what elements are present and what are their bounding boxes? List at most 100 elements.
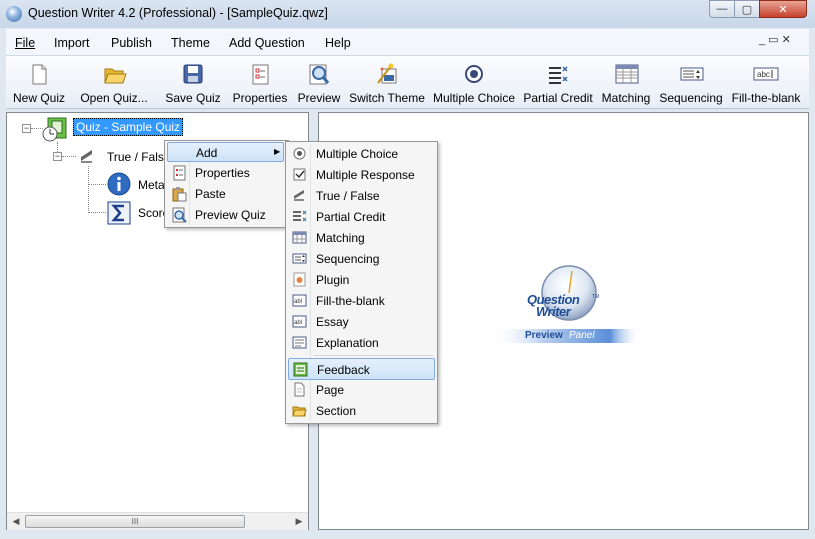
- properties-icon: [249, 63, 271, 85]
- submenu-label: Plugin: [316, 273, 350, 287]
- explanation-icon: [292, 335, 307, 350]
- properties-label: Properties: [232, 91, 288, 105]
- matching-icon: [292, 230, 307, 245]
- menu-file[interactable]: File: [15, 36, 35, 50]
- matching-label: Matching: [601, 91, 651, 105]
- submenu-section[interactable]: Section: [288, 401, 435, 421]
- scroll-right-arrow-icon[interactable]: ▶: [291, 514, 307, 529]
- save-quiz-button[interactable]: Save Quiz: [165, 56, 221, 108]
- submenu-label: Matching: [316, 231, 365, 245]
- maximize-button[interactable]: ▢: [734, 0, 760, 18]
- submenu-label: Fill-the-blank: [316, 294, 385, 308]
- submenu-matching[interactable]: Matching: [288, 228, 435, 248]
- submenu-true-false[interactable]: True / False: [288, 186, 435, 206]
- checkbox-icon: [292, 167, 307, 182]
- sequencing-icon: [680, 63, 704, 85]
- switch-theme-button[interactable]: Switch Theme: [349, 56, 425, 108]
- maximize-icon: ▢: [741, 3, 753, 16]
- fill-the-blank-icon: abl: [292, 293, 307, 308]
- submenu-explanation[interactable]: Explanation: [288, 333, 435, 353]
- menu-theme[interactable]: Theme: [171, 36, 210, 50]
- matching-button[interactable]: Matching: [602, 56, 650, 108]
- tree-expander-root[interactable]: −: [22, 124, 31, 133]
- preview-label: Preview: [297, 91, 341, 105]
- sequencing-icon: [292, 251, 307, 266]
- submenu-label: Page: [316, 383, 345, 397]
- tree-expander-true-false[interactable]: −: [53, 152, 62, 161]
- submenu-label: True / False: [316, 189, 380, 203]
- submenu-label: Feedback: [317, 363, 370, 377]
- submenu-fill-the-blank[interactable]: abl Fill-the-blank: [288, 291, 435, 311]
- menu-separator: [314, 355, 433, 356]
- new-quiz-button[interactable]: New Quiz: [12, 56, 66, 108]
- fill-the-blank-icon: abc: [753, 63, 779, 85]
- context-menu-add[interactable]: Add ▶: [167, 142, 284, 162]
- submenu-label: Explanation: [316, 336, 379, 350]
- properties-icon: [171, 165, 187, 181]
- menu-help[interactable]: Help: [325, 36, 351, 50]
- preview-icon: [171, 207, 187, 223]
- submenu-arrow-icon: ▶: [274, 147, 281, 156]
- tree-line: [88, 166, 89, 213]
- tree-item-quiz-root[interactable]: Quiz - Sample Quiz: [73, 118, 184, 136]
- save-quiz-icon: [182, 63, 204, 85]
- save-quiz-label: Save Quiz: [165, 91, 221, 105]
- preview-button[interactable]: Preview: [296, 56, 342, 108]
- submenu-label: Sequencing: [316, 252, 380, 266]
- new-quiz-icon: [28, 63, 50, 85]
- tree-line: [62, 156, 76, 157]
- new-quiz-label: New Quiz: [12, 91, 65, 105]
- submenu-feedback[interactable]: Feedback: [288, 358, 435, 380]
- mdi-window-controls[interactable]: _ ▭ ✕: [759, 33, 791, 46]
- scroll-grip: III: [131, 517, 139, 526]
- tree-item-true-false[interactable]: True / False: [107, 150, 171, 164]
- submenu-page[interactable]: Page: [288, 380, 435, 400]
- svg-text:abl: abl: [294, 320, 302, 326]
- multiple-choice-button[interactable]: Multiple Choice: [432, 56, 516, 108]
- open-quiz-label: Open Quiz...: [80, 91, 148, 105]
- submenu-sequencing[interactable]: Sequencing: [288, 249, 435, 269]
- horizontal-scrollbar[interactable]: ◀ III ▶: [7, 512, 308, 530]
- menu-add-question[interactable]: Add Question: [229, 36, 305, 50]
- folder-icon: [292, 403, 307, 418]
- open-quiz-button[interactable]: Open Quiz...: [80, 56, 148, 108]
- info-icon: [107, 172, 131, 196]
- logo-line2: Writer: [536, 304, 571, 319]
- partial-credit-button[interactable]: Partial Credit: [523, 56, 593, 108]
- matching-icon: [615, 63, 639, 85]
- close-button[interactable]: ✕: [759, 0, 807, 18]
- sequencing-button[interactable]: Sequencing: [659, 56, 723, 108]
- logo-panel-suffix: Panel: [569, 330, 595, 341]
- minimize-icon: —: [716, 3, 728, 15]
- fill-the-blank-button[interactable]: abc Fill-the-blank: [732, 56, 800, 108]
- open-quiz-icon: [103, 63, 127, 85]
- context-menu-paste[interactable]: Paste: [167, 184, 284, 204]
- context-menu-properties[interactable]: Properties: [167, 163, 284, 183]
- true-false-icon: [292, 188, 307, 203]
- close-icon: ✕: [778, 3, 788, 16]
- menu-import[interactable]: Import: [54, 36, 89, 50]
- submenu-multiple-choice[interactable]: Multiple Choice: [288, 144, 435, 164]
- scroll-thumb[interactable]: III: [25, 515, 245, 528]
- minimize-button[interactable]: —: [709, 0, 735, 18]
- context-menu-preview-quiz[interactable]: Preview Quiz: [167, 205, 284, 225]
- submenu-essay[interactable]: abl Essay: [288, 312, 435, 332]
- partial-credit-icon: [547, 63, 569, 85]
- app-icon[interactable]: [6, 6, 22, 22]
- question-writer-logo: Question Writer TM Preview Panel: [490, 263, 640, 348]
- submenu-multiple-response[interactable]: Multiple Response: [288, 165, 435, 185]
- submenu-label: Multiple Response: [316, 168, 415, 182]
- submenu-plugin[interactable]: Plugin: [288, 270, 435, 290]
- partial-credit-icon: [292, 209, 307, 224]
- true-false-icon: [78, 147, 96, 165]
- tree-line: [88, 184, 106, 185]
- submenu-label: Section: [316, 404, 357, 418]
- properties-button[interactable]: Properties: [233, 56, 287, 108]
- menu-publish[interactable]: Publish: [111, 36, 152, 50]
- add-submenu: Multiple Choice Multiple Response True /…: [285, 141, 438, 424]
- scroll-left-arrow-icon[interactable]: ◀: [8, 514, 24, 529]
- submenu-label: Partial Credit: [316, 210, 386, 224]
- multiple-choice-label: Multiple Choice: [432, 91, 516, 105]
- submenu-partial-credit[interactable]: Partial Credit: [288, 207, 435, 227]
- sigma-icon: [107, 201, 131, 225]
